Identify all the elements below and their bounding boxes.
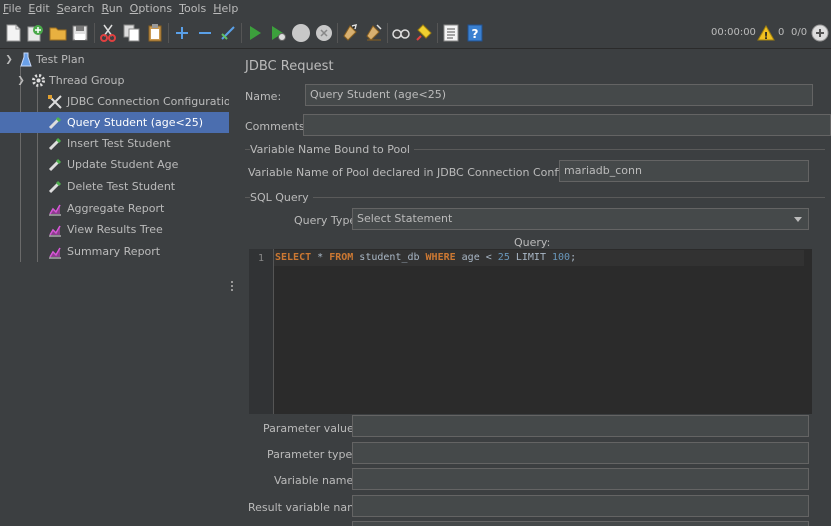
warning-count: 0 <box>778 27 785 38</box>
tree-item-label: Aggregate Report <box>67 202 165 215</box>
warning-icon[interactable]: ! <box>757 24 775 42</box>
test-plan-icon <box>19 52 33 67</box>
listener-chart-icon <box>47 245 63 259</box>
open-icon[interactable] <box>48 23 68 43</box>
tree-item-query-student[interactable]: Query Student (age<25) <box>0 112 229 133</box>
sql-query-editor[interactable]: 1 SELECT * FROM student_db WHERE age < 2… <box>249 249 812 414</box>
variable-names-field[interactable] <box>352 468 809 490</box>
reset-search-icon[interactable] <box>414 23 434 43</box>
clear-all-icon[interactable] <box>364 23 384 43</box>
svg-text:!: ! <box>764 31 769 41</box>
editor-scrollbar[interactable] <box>804 249 812 414</box>
parameter-values-field[interactable] <box>352 415 809 437</box>
sampler-pipette-icon <box>47 137 63 151</box>
tree-item-delete-student[interactable]: Delete Test Student <box>47 176 229 197</box>
config-tools-icon <box>47 94 63 110</box>
svg-text:?: ? <box>472 27 479 41</box>
help-icon[interactable]: ? <box>465 23 485 43</box>
line-number: 1 <box>257 253 264 264</box>
tree-item-label: JDBC Connection Configuration <box>67 95 238 108</box>
variable-names-label: Variable names: <box>274 474 363 487</box>
menu-help[interactable]: Help <box>210 0 242 17</box>
collapse-icon[interactable] <box>195 23 215 43</box>
page-title: JDBC Request <box>245 59 334 74</box>
active-threads: 0/0 <box>791 27 808 38</box>
parameter-values-label: Parameter values: <box>263 422 364 435</box>
remote-status-icon[interactable] <box>810 23 830 43</box>
query-type-label: Query Type: <box>294 214 360 227</box>
tree-item-label: Query Student (age<25) <box>67 116 204 129</box>
chevron-down-icon[interactable]: ❯ <box>2 55 16 65</box>
start-icon[interactable] <box>245 23 265 43</box>
pool-label: Variable Name of Pool declared in JDBC C… <box>248 166 612 179</box>
query-type-select[interactable]: Select Statement <box>352 208 809 230</box>
cut-icon[interactable] <box>98 23 118 43</box>
paste-icon[interactable] <box>145 23 165 43</box>
tree-item-test-plan[interactable]: ❯ Test Plan <box>0 49 229 70</box>
thread-group-icon <box>30 73 46 88</box>
menu-options[interactable]: Options <box>127 0 176 17</box>
tree-item-label: Insert Test Student <box>67 137 171 150</box>
tree-item-jdbc-connection[interactable]: JDBC Connection Configuration <box>47 91 238 112</box>
chevron-down-icon <box>794 217 802 222</box>
templates-icon[interactable] <box>25 23 45 43</box>
code-line[interactable]: SELECT * FROM student_db WHERE age < 25 … <box>274 250 804 266</box>
tree-item-label: Summary Report <box>67 245 161 258</box>
tree-item-label: Delete Test Student <box>67 180 176 193</box>
sampler-pipette-icon <box>47 158 63 172</box>
toggle-icon[interactable] <box>218 23 238 43</box>
menu-file[interactable]: File <box>0 0 25 17</box>
tree-item-label: View Results Tree <box>67 223 163 236</box>
menu-edit[interactable]: Edit <box>25 0 53 17</box>
result-variable-label: Result variable name: <box>248 501 369 514</box>
sql-group-title: SQL Query <box>250 191 313 204</box>
tree-item-label: Update Student Age <box>67 158 179 171</box>
elapsed-time: 00:00:00 <box>711 27 756 38</box>
start-no-pause-icon[interactable] <box>268 23 288 43</box>
query-type-value: Select Statement <box>357 212 453 225</box>
menu-tools[interactable]: Tools <box>176 0 210 17</box>
name-label: Name: <box>245 90 282 103</box>
pool-name-field[interactable]: mariadb_conn <box>559 160 809 182</box>
splitter-grip-icon[interactable] <box>231 281 233 293</box>
menu-bar: File Edit Search Run Options Tools Help <box>0 0 831 17</box>
tree-item-insert-student[interactable]: Insert Test Student <box>47 133 229 154</box>
listener-chart-icon <box>47 223 63 237</box>
toolbar: ? 00:00:00 ! 0 0/0 <box>0 17 831 49</box>
copy-icon[interactable] <box>122 23 142 43</box>
comments-label: Comments: <box>245 120 309 133</box>
query-timeout-field[interactable] <box>352 521 809 526</box>
pool-group-title: Variable Name Bound to Pool <box>250 143 414 156</box>
menu-search[interactable]: Search <box>54 0 99 17</box>
sampler-pipette-icon <box>47 116 63 130</box>
stop-icon[interactable] <box>291 23 311 43</box>
tree-item-label: Test Plan <box>36 53 85 66</box>
sampler-pipette-icon <box>47 180 63 194</box>
shutdown-icon[interactable] <box>314 23 334 43</box>
search-icon[interactable] <box>391 23 411 43</box>
tree-item-update-student[interactable]: Update Student Age <box>47 154 229 175</box>
save-icon[interactable] <box>70 23 90 43</box>
tree-item-aggregate-report[interactable]: Aggregate Report <box>47 198 229 219</box>
parameter-types-label: Parameter types: <box>267 448 362 461</box>
jdbc-request-panel: JDBC Request Name: Query Student (age<25… <box>235 49 831 526</box>
tree-item-label: Thread Group <box>49 74 125 87</box>
tree-item-thread-group[interactable]: ❯ Thread Group <box>14 70 229 91</box>
parameter-types-field[interactable] <box>352 442 809 464</box>
chevron-down-icon[interactable]: ❯ <box>14 76 28 86</box>
new-icon[interactable] <box>3 23 23 43</box>
comments-field[interactable] <box>303 114 831 136</box>
tree-item-summary-report[interactable]: Summary Report <box>47 241 229 262</box>
menu-run[interactable]: Run <box>99 0 127 17</box>
result-variable-field[interactable] <box>352 495 809 517</box>
expand-icon[interactable] <box>172 23 192 43</box>
listener-chart-icon <box>47 202 63 216</box>
clear-icon[interactable] <box>341 23 361 43</box>
tree-item-view-results-tree[interactable]: View Results Tree <box>47 219 229 240</box>
query-label: Query: <box>514 236 551 249</box>
line-gutter: 1 <box>249 249 274 414</box>
name-field[interactable]: Query Student (age<25) <box>305 84 813 106</box>
test-plan-tree: ❯ Test Plan ❯ Thread Group JDBC Connecti… <box>0 49 238 526</box>
function-helper-icon[interactable] <box>441 23 461 43</box>
